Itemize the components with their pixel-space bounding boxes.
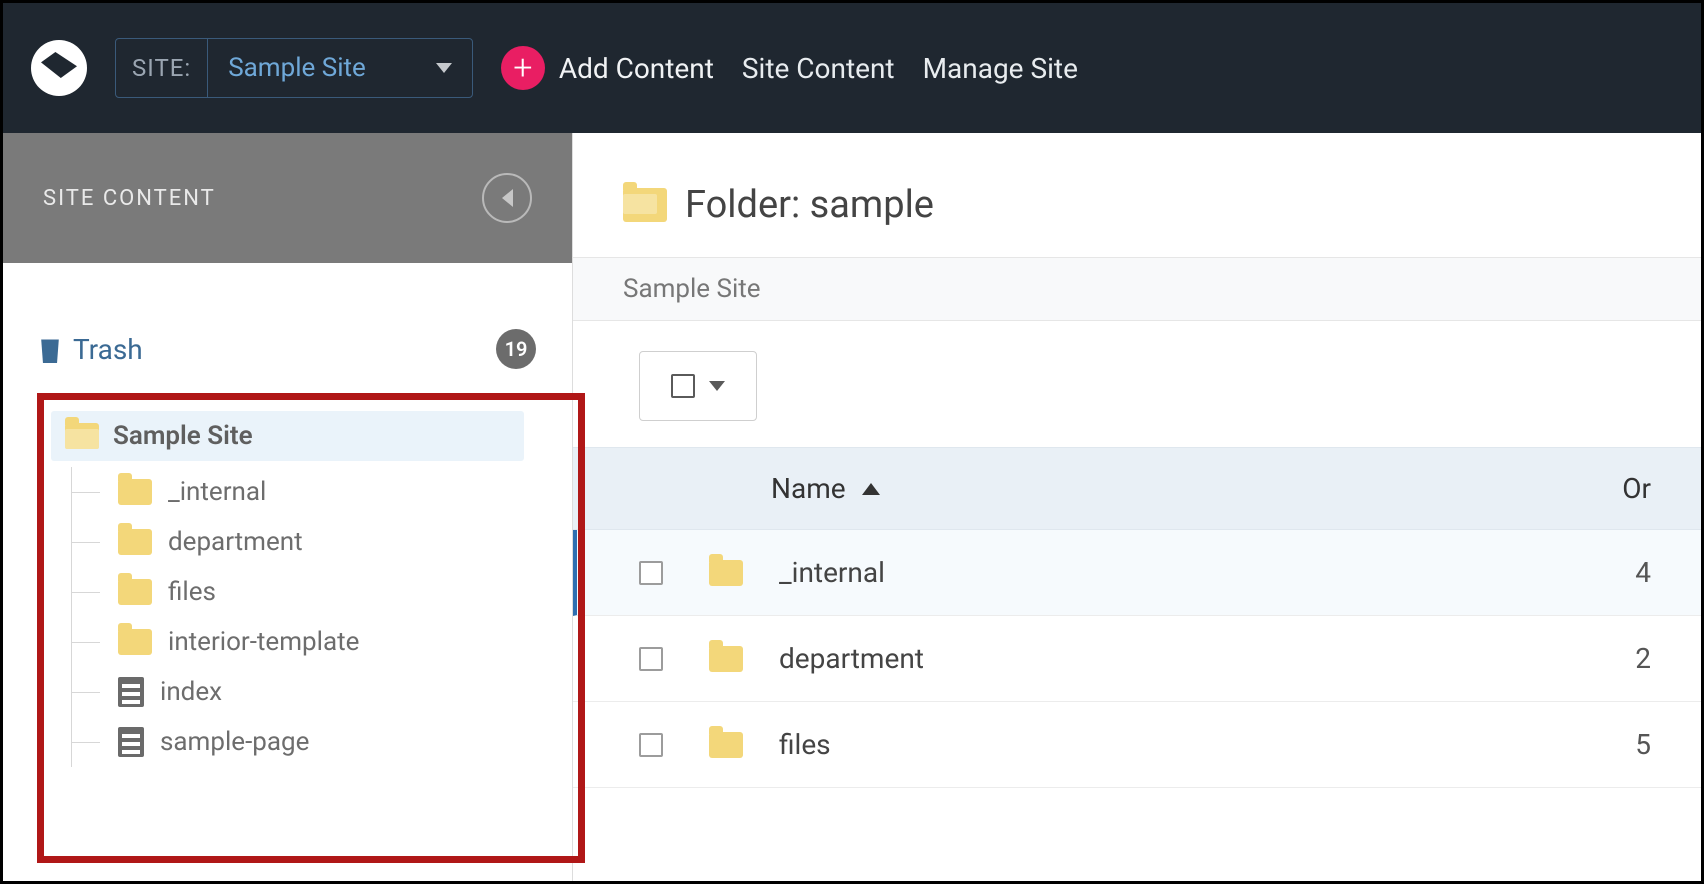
row-order: 5: [1571, 728, 1651, 761]
folder-icon: [709, 646, 743, 672]
plus-icon: +: [501, 46, 545, 90]
tree-item-files[interactable]: files: [112, 567, 572, 617]
trash-icon: [39, 335, 61, 363]
add-content-button[interactable]: + Add Content: [501, 46, 714, 90]
row-checkbox[interactable]: [639, 733, 663, 757]
sidebar-body: Trash 19 Sample Site _internal: [3, 263, 572, 881]
folder-open-icon: [65, 423, 99, 449]
page-icon: [118, 727, 144, 757]
app-logo[interactable]: [31, 40, 87, 96]
table-row[interactable]: department 2: [573, 616, 1701, 702]
sidebar-title: SITE CONTENT: [43, 186, 216, 211]
row-name[interactable]: files: [779, 728, 1571, 761]
tree-item-department[interactable]: department: [112, 517, 572, 567]
folder-icon: [118, 579, 152, 605]
tree-item-label: interior-template: [168, 627, 359, 657]
breadcrumb[interactable]: Sample Site: [573, 257, 1701, 321]
sort-asc-icon: [862, 483, 880, 495]
tree-root[interactable]: Sample Site: [51, 411, 524, 461]
title-name: sample: [810, 183, 934, 227]
row-name[interactable]: _internal: [779, 556, 1571, 589]
chevron-down-icon: [436, 63, 452, 73]
content-tree: Sample Site _internal department files: [3, 411, 572, 767]
chevron-left-icon: [502, 189, 513, 207]
main-panel: Folder: sample Sample Site Name Or: [573, 133, 1701, 881]
add-content-label: Add Content: [559, 52, 714, 85]
table-row[interactable]: files 5: [573, 702, 1701, 788]
row-name[interactable]: department: [779, 642, 1571, 675]
folder-icon: [709, 732, 743, 758]
nav-site-content[interactable]: Site Content: [742, 52, 895, 85]
tree-item-label: department: [168, 527, 303, 557]
sidebar: SITE CONTENT Trash 19 Sample Site: [3, 133, 573, 881]
site-picker-text: Sample Site: [228, 53, 366, 83]
breadcrumb-root[interactable]: Sample Site: [623, 274, 761, 304]
row-checkbox[interactable]: [639, 561, 663, 585]
topbar: SITE: Sample Site + Add Content Site Con…: [3, 3, 1701, 133]
folder-icon: [118, 529, 152, 555]
tree-item-label: sample-page: [160, 727, 309, 757]
tree-children: _internal department files interior-temp…: [71, 467, 572, 767]
tree-item-label: _internal: [168, 477, 266, 507]
column-name-label: Name: [771, 472, 846, 505]
chevron-down-icon: [709, 381, 725, 391]
site-picker-label: SITE:: [116, 39, 208, 97]
trash-count-badge: 19: [496, 329, 536, 369]
column-order-label: Or: [1622, 472, 1651, 505]
sidebar-header: SITE CONTENT: [3, 133, 572, 263]
table-row[interactable]: _internal 4: [573, 530, 1701, 616]
body: SITE CONTENT Trash 19 Sample Site: [3, 133, 1701, 881]
folder-open-icon: [623, 188, 667, 222]
site-picker-value[interactable]: Sample Site: [208, 39, 472, 97]
sidebar-collapse-button[interactable]: [482, 173, 532, 223]
tree-item-interior-template[interactable]: interior-template: [112, 617, 572, 667]
trash-label: Trash: [73, 333, 143, 366]
tree-item-internal[interactable]: _internal: [112, 467, 572, 517]
page-icon: [118, 677, 144, 707]
folder-icon: [118, 629, 152, 655]
tree-item-sample-page[interactable]: sample-page: [112, 717, 572, 767]
column-order[interactable]: Or: [1571, 472, 1651, 505]
tree-root-label: Sample Site: [113, 421, 253, 451]
trash-link[interactable]: Trash 19: [3, 323, 572, 375]
site-picker[interactable]: SITE: Sample Site: [115, 38, 473, 98]
column-name[interactable]: Name: [709, 472, 1571, 505]
nav-manage-site[interactable]: Manage Site: [923, 52, 1078, 85]
folder-icon: [709, 560, 743, 586]
row-order: 2: [1571, 642, 1651, 675]
title-prefix: Folder:: [685, 183, 800, 227]
folder-icon: [118, 479, 152, 505]
row-order: 4: [1571, 556, 1651, 589]
row-checkbox[interactable]: [639, 647, 663, 671]
tree-item-label: files: [168, 577, 216, 607]
table-header: Name Or: [573, 447, 1701, 530]
main-title: Folder: sample: [573, 133, 1701, 257]
tree-item-label: index: [160, 677, 222, 707]
tree-item-index[interactable]: index: [112, 667, 572, 717]
select-all-dropdown[interactable]: [639, 351, 757, 421]
checkbox-icon: [671, 374, 695, 398]
table-toolbar: [573, 321, 1701, 447]
